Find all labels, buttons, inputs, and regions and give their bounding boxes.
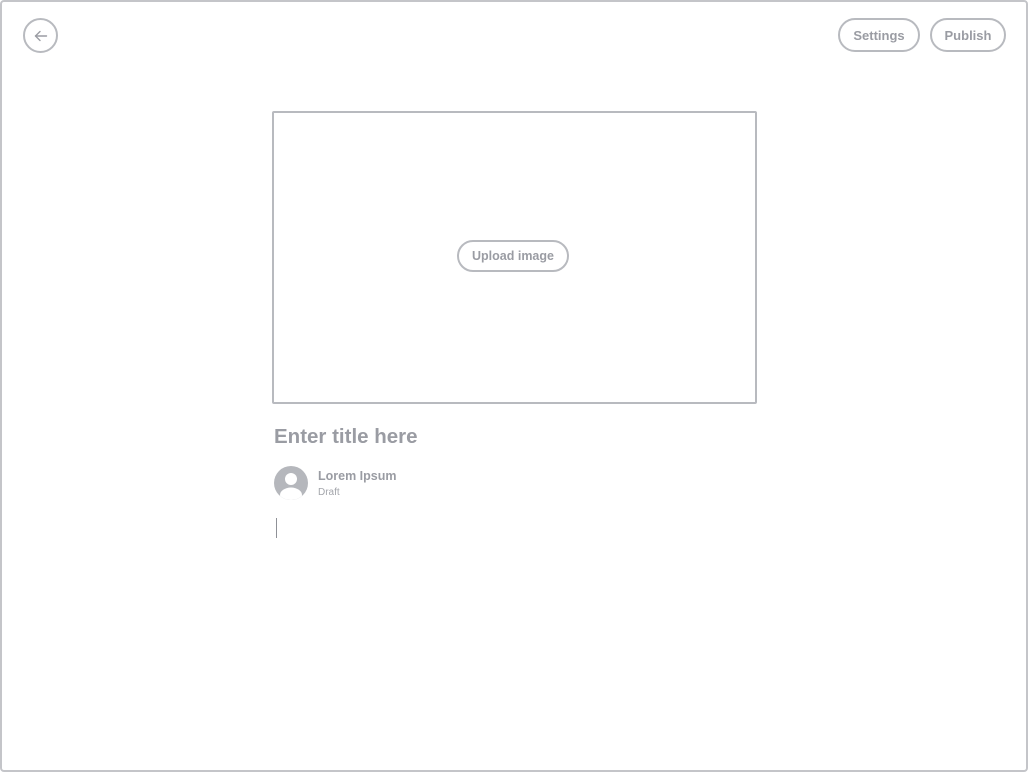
editor-window: Settings Publish Upload image Lorem Ipsu…	[0, 0, 1028, 772]
text-caret	[276, 518, 277, 538]
arrow-left-icon	[33, 28, 49, 44]
cover-image-dropzone[interactable]: Upload image	[272, 111, 757, 404]
settings-button[interactable]: Settings	[838, 18, 920, 52]
upload-image-button[interactable]: Upload image	[457, 240, 569, 272]
back-button[interactable]	[23, 18, 58, 53]
user-avatar-icon	[274, 466, 308, 500]
body-editor[interactable]	[274, 514, 754, 714]
title-input[interactable]	[274, 423, 754, 451]
avatar	[274, 466, 308, 500]
post-status: Draft	[318, 487, 340, 498]
author-name: Lorem Ipsum	[318, 469, 397, 483]
publish-button[interactable]: Publish	[930, 18, 1006, 52]
